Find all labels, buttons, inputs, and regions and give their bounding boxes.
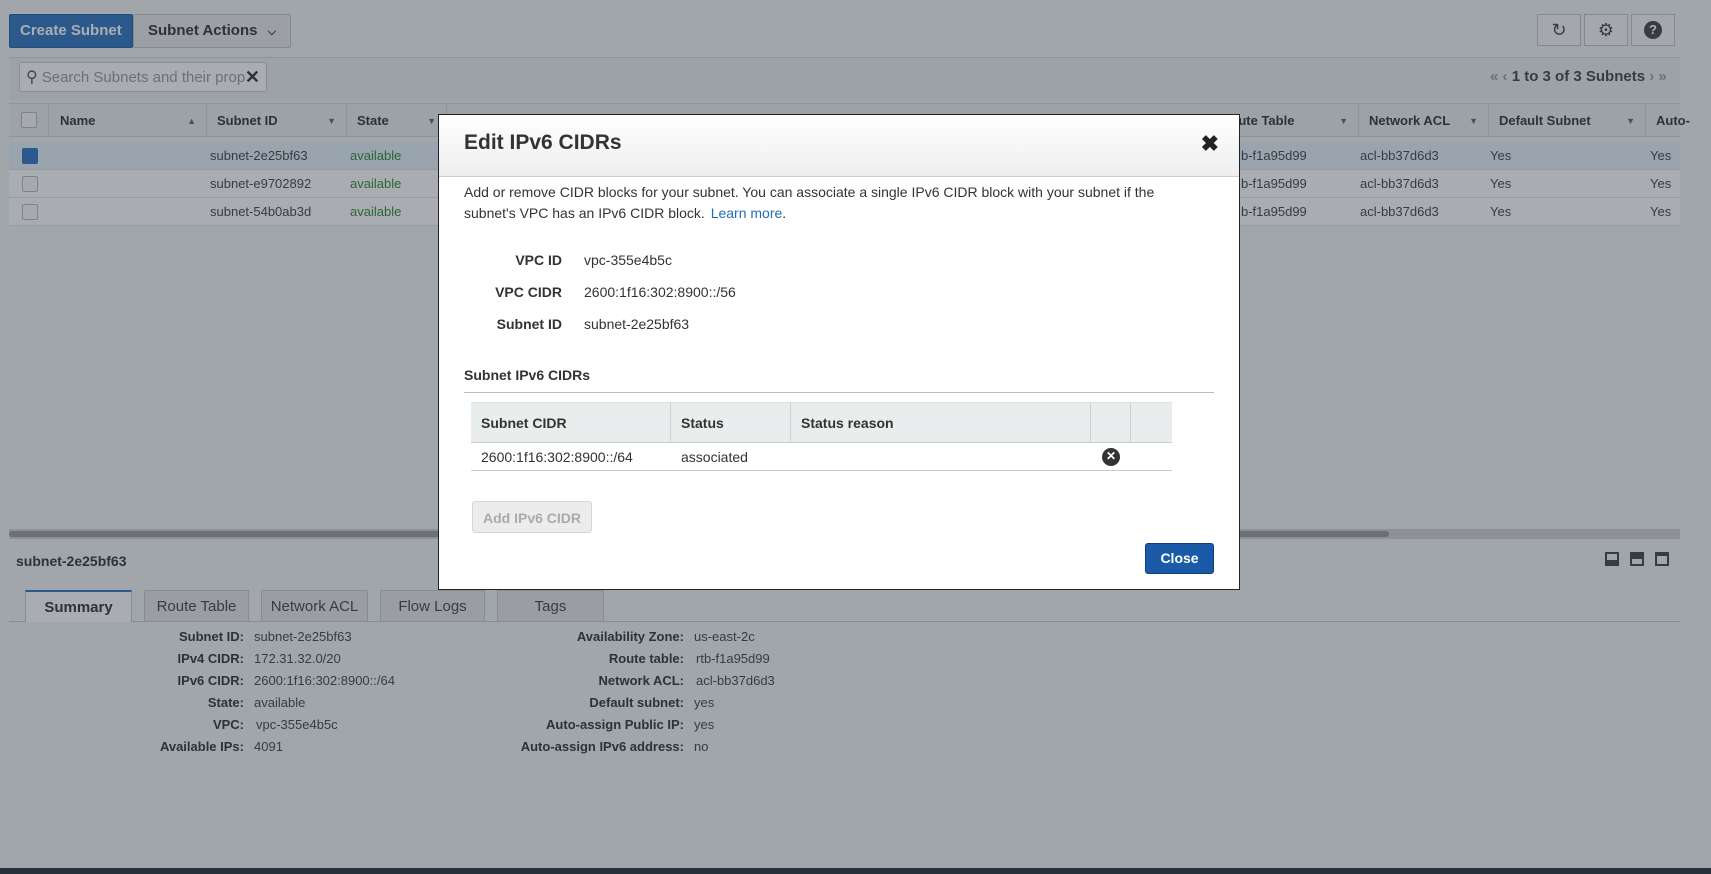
value-vpc-id: vpc-355e4b5c xyxy=(584,252,672,268)
dialog-description-line1: Add or remove CIDR blocks for your subne… xyxy=(464,184,1155,200)
col-action xyxy=(1091,403,1131,443)
col-status: Status xyxy=(671,403,791,443)
col-status-reason: Status reason xyxy=(791,403,1091,443)
description-period: . xyxy=(782,205,787,221)
learn-more-link[interactable]: Learn more xyxy=(711,205,783,221)
section-divider xyxy=(464,392,1214,393)
value-subnet-id: subnet-2e25bf63 xyxy=(584,316,690,332)
close-icon[interactable]: ✖ xyxy=(1201,131,1219,157)
section-title: Subnet IPv6 CIDRs xyxy=(464,367,591,383)
dialog-description-line2: subnet's VPC has an IPv6 CIDR block. Lea… xyxy=(464,205,786,221)
cidr-table-header: Subnet CIDR Status Status reason xyxy=(471,402,1172,443)
add-ipv6-cidr-button[interactable]: Add IPv6 CIDR xyxy=(472,501,592,533)
close-button[interactable]: Close xyxy=(1145,543,1214,574)
cell-status: associated xyxy=(681,449,748,465)
label-subnet-id: Subnet ID xyxy=(496,316,562,332)
col-subnet-cidr: Subnet CIDR xyxy=(471,403,671,443)
description-text: subnet's VPC has an IPv6 CIDR block. xyxy=(464,205,705,221)
dialog-header: Edit IPv6 CIDRs ✖ xyxy=(439,115,1239,177)
value-vpc-cidr: 2600:1f16:302:8900::/56 xyxy=(584,284,736,300)
dialog-title: Edit IPv6 CIDRs xyxy=(464,131,622,154)
label-vpc-cidr: VPC CIDR xyxy=(495,284,562,300)
cell-subnet-cidr: 2600:1f16:302:8900::/64 xyxy=(481,449,633,465)
label-vpc-id: VPC ID xyxy=(515,252,562,268)
remove-cidr-icon[interactable]: ✕ xyxy=(1102,448,1120,466)
table-row: 2600:1f16:302:8900::/64 associated ✕ xyxy=(471,443,1172,471)
edit-ipv6-cidrs-dialog: Edit IPv6 CIDRs ✖ Add or remove CIDR blo… xyxy=(438,114,1240,590)
